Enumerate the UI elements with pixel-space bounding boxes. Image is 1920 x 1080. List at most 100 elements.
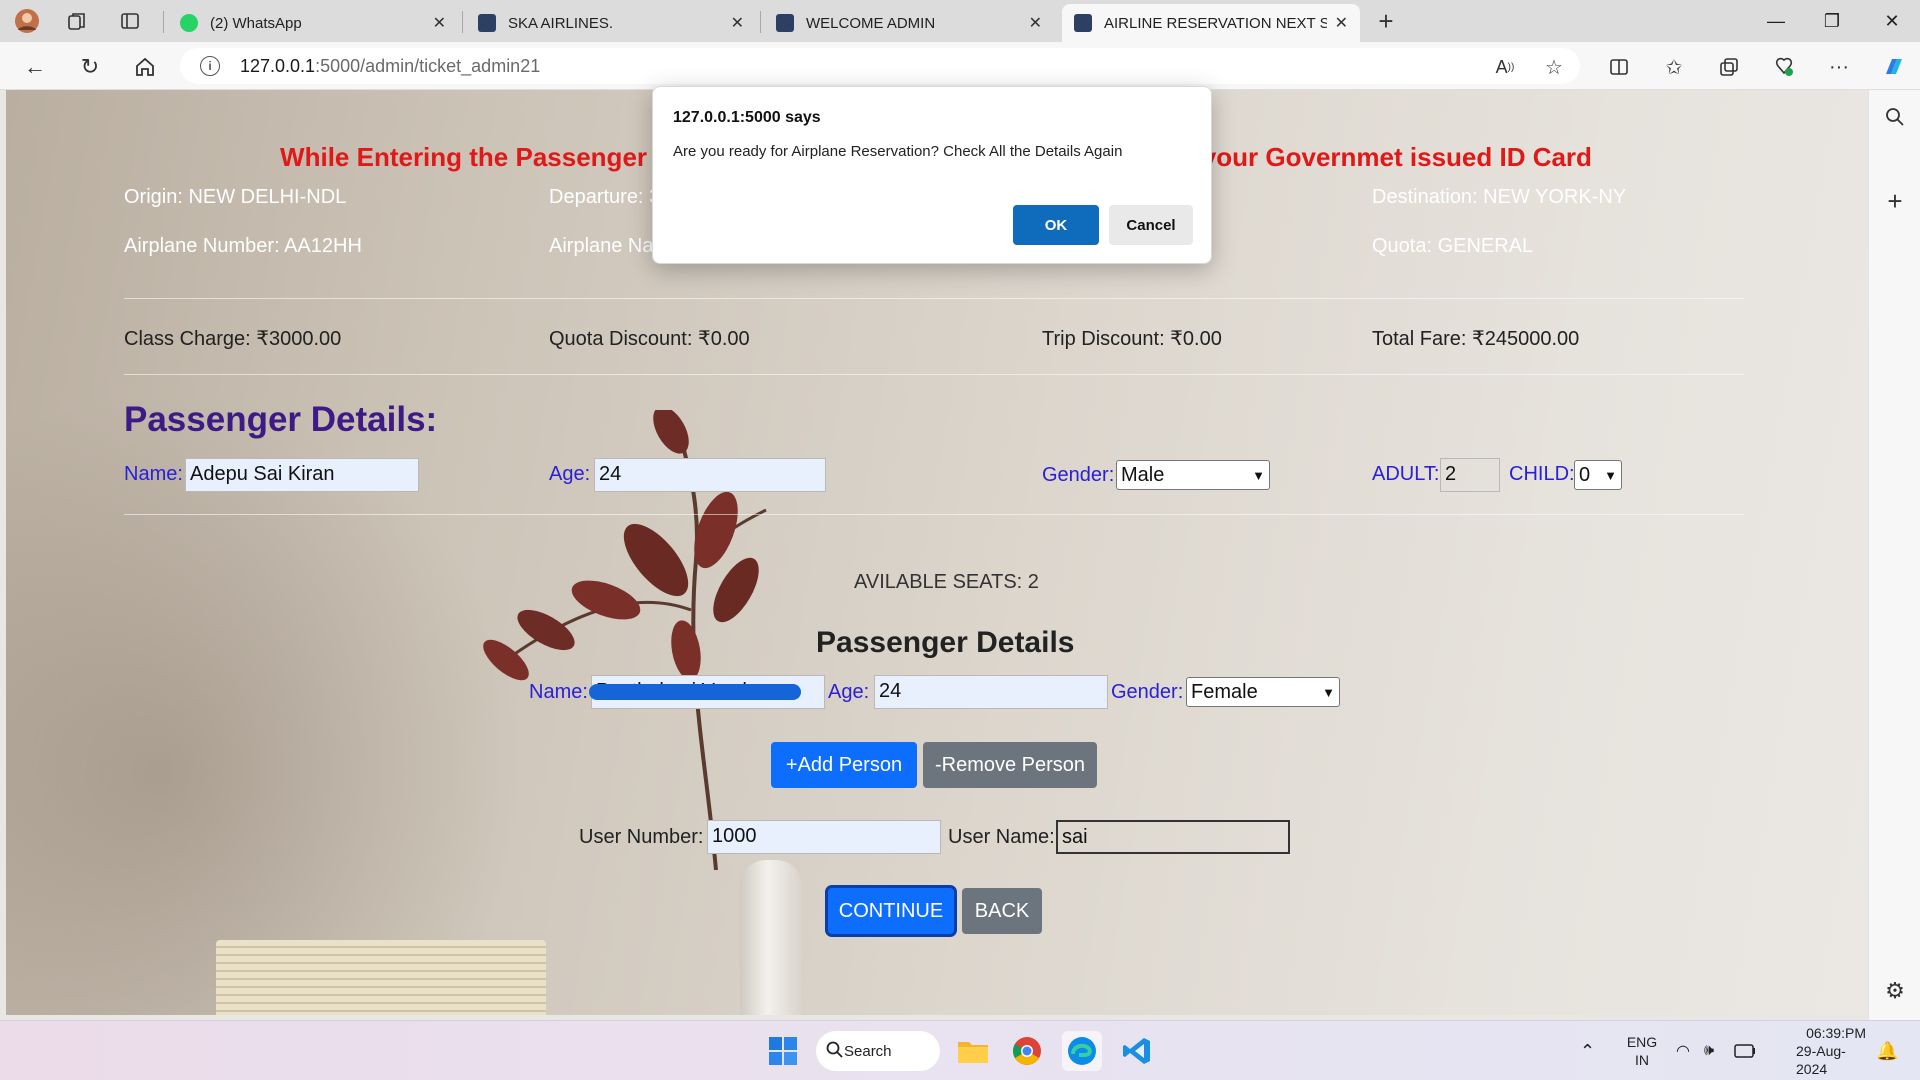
age-label: Age: [549,463,591,485]
taskbar-search[interactable]: Search [816,1031,940,1071]
url-host: 127.0.0.1 [240,55,316,76]
home-icon[interactable] [128,50,162,84]
redaction-mark [589,684,801,700]
notification-bell-icon[interactable]: 🔔 [1876,1021,1898,1080]
back-button[interactable]: BACK [962,888,1042,934]
tab-welcome-admin[interactable]: WELCOME ADMIN ✕ [764,4,1054,42]
child-label: CHILD: [1509,463,1575,485]
settings-gear-icon[interactable]: ⚙ [1878,974,1912,1008]
tab-airline-reservation[interactable]: AIRLINE RESERVATION NEXT STEP ✕ [1062,4,1360,42]
gender-select[interactable]: Male ▼ [1116,460,1270,490]
child-select[interactable]: 0 ▼ [1574,460,1622,490]
user-number-input[interactable]: 1000 [707,820,941,854]
quota-discount-text: Quota Discount: ₹0.00 [549,328,750,350]
terminal-icon [1074,14,1092,32]
user-number-label: User Number: [579,826,704,848]
adult-input[interactable]: 2 [1440,458,1500,492]
tab-title: AIRLINE RESERVATION NEXT STEP [1104,14,1327,32]
refresh-icon[interactable]: ↻ [73,50,107,84]
total-fare-text: Total Fare: ₹245000.00 [1372,328,1580,350]
divider [124,374,1744,375]
favorite-star-icon[interactable]: ☆ [1537,50,1571,84]
age-input[interactable]: 24 [594,458,826,492]
passenger-details-subheading: Passenger Details [816,626,1075,659]
destination-text: Destination: NEW YORK-NY [1372,186,1627,208]
warning-text-right: f your Governmet issued ID Card [1185,142,1592,172]
name-label: Name: [124,463,183,485]
tab-whatsapp[interactable]: (2) WhatsApp ✕ [168,4,458,42]
tab-title: SKA AIRLINES. [508,14,614,32]
available-seats-text: AVILABLE SEATS: 2 [854,571,1039,593]
workspaces-icon[interactable] [64,8,90,34]
books-decoration [216,940,546,1015]
whatsapp-icon [180,14,198,32]
address-bar[interactable]: i 127.0.0.1:5000/admin/ticket_admin21 [180,48,1580,84]
chevron-down-icon: ▼ [1252,467,1265,483]
vscode-icon[interactable] [1117,1031,1157,1071]
dialog-title: 127.0.0.1:5000 says [673,109,821,126]
copilot-icon[interactable] [1877,50,1911,84]
windows-start-icon[interactable] [763,1031,803,1071]
close-tab-icon[interactable]: ✕ [731,13,744,33]
clock[interactable]: 06:39:PM 29-Aug-2024 [1796,1021,1866,1080]
read-aloud-icon[interactable]: A)) [1488,50,1522,84]
tab-actions-icon[interactable] [117,8,143,34]
more-menu-icon[interactable]: ··· [1822,50,1856,84]
add-sidebar-app-icon[interactable]: + [1878,184,1912,218]
profile-avatar-icon[interactable] [14,8,40,34]
back-arrow-icon[interactable]: ← [18,50,52,84]
origin-text: Origin: NEW DELHI-NDL [124,186,347,208]
name-input[interactable]: Adepu Sai Kiran [185,458,419,492]
chrome-icon[interactable] [1007,1031,1047,1071]
close-tab-icon[interactable]: ✕ [1029,13,1042,33]
clock-time: 06:39:PM [1806,1025,1866,1041]
terminal-icon [478,14,496,32]
show-hidden-icons-icon[interactable]: ⌃ [1580,1021,1595,1080]
restore-icon[interactable]: ❐ [1804,0,1860,42]
divider [124,298,1744,299]
trip-discount-text: Trip Discount: ₹0.00 [1042,328,1222,350]
passenger2-age-input[interactable]: 24 [874,675,1108,709]
gender-selected: Male [1121,463,1165,486]
dialog-cancel-button[interactable]: Cancel [1109,205,1193,245]
volume-icon[interactable]: 🕪 [1704,1021,1714,1080]
passenger2-gender-select[interactable]: Female ▼ [1186,677,1340,707]
site-info-icon[interactable]: i [200,56,220,76]
favorites-icon[interactable]: ✩ [1657,50,1691,84]
split-screen-icon[interactable] [1602,50,1636,84]
language-code: ENG [1626,1034,1658,1050]
warning-text-left: While Entering the Passenger De [280,142,688,172]
windows-taskbar: Search ⌃ ENG IN ◠ 🕪 06:39:PM 29-Aug-2024… [0,1020,1920,1080]
close-window-icon[interactable]: ✕ [1864,0,1920,42]
dialog-ok-button[interactable]: OK [1013,205,1099,245]
airplane-number-text: Airplane Number: AA12HH [124,235,362,257]
tab-title: WELCOME ADMIN [806,14,936,32]
minimize-icon[interactable]: — [1748,0,1804,42]
edge-icon[interactable] [1062,1031,1102,1071]
tab-title: (2) WhatsApp [210,14,302,32]
search-label: Search [844,1042,892,1060]
add-person-button[interactable]: +Add Person [771,742,917,788]
battery-icon[interactable] [1734,1021,1756,1080]
search-icon[interactable] [1878,100,1912,134]
close-tab-icon[interactable]: ✕ [1335,13,1348,33]
language-indicator[interactable]: ENG IN [1622,1021,1662,1080]
tab-ska-airlines[interactable]: SKA AIRLINES. ✕ [466,4,756,42]
wifi-icon[interactable]: ◠ [1676,1021,1690,1080]
chevron-down-icon: ▼ [1322,684,1335,700]
quota-text: Quota: GENERAL [1372,235,1534,257]
user-name-input[interactable]: sai [1056,820,1290,854]
file-explorer-icon[interactable] [953,1031,993,1071]
collections-icon[interactable] [1712,50,1746,84]
passenger-details-heading: Passenger Details: [124,400,438,439]
tab-separator [163,11,164,33]
edge-sidebar: + ⚙ [1868,90,1920,1020]
divider [124,514,1744,515]
clock-date: 29-Aug-2024 [1796,1043,1846,1077]
new-tab-icon[interactable]: + [1373,6,1399,36]
browser-essentials-icon[interactable] [1767,50,1801,84]
url-path: :5000/admin/ticket_admin21 [315,55,541,76]
remove-person-button[interactable]: -Remove Person [923,742,1097,788]
close-tab-icon[interactable]: ✕ [433,13,446,33]
continue-button[interactable]: CONTINUE [828,888,954,934]
